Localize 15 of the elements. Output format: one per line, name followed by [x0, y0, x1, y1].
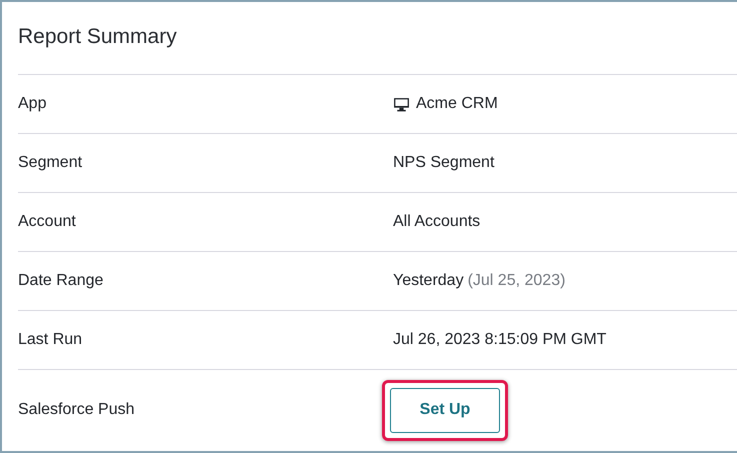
- field-label: Date Range: [18, 272, 104, 290]
- field-value: Jul 26, 2023 8:15:09 PM GMT: [393, 331, 606, 349]
- field-value: NPS Segment: [393, 154, 494, 172]
- field-value: Yesterday: [393, 272, 464, 290]
- field-label: Last Run: [18, 331, 84, 349]
- field-label: Segment: [18, 154, 84, 172]
- setup-button[interactable]: Set Up: [390, 388, 500, 432]
- field-label: App: [18, 95, 48, 113]
- panel-title: Report Summary: [18, 2, 737, 75]
- field-label: Salesforce Push: [18, 401, 136, 419]
- date-note: (Jul 25, 2023): [468, 272, 566, 290]
- monitor-icon: [393, 96, 410, 112]
- app-name: Acme CRM: [416, 95, 498, 113]
- field-label: Account: [18, 213, 77, 231]
- field-value: All Accounts: [393, 213, 480, 231]
